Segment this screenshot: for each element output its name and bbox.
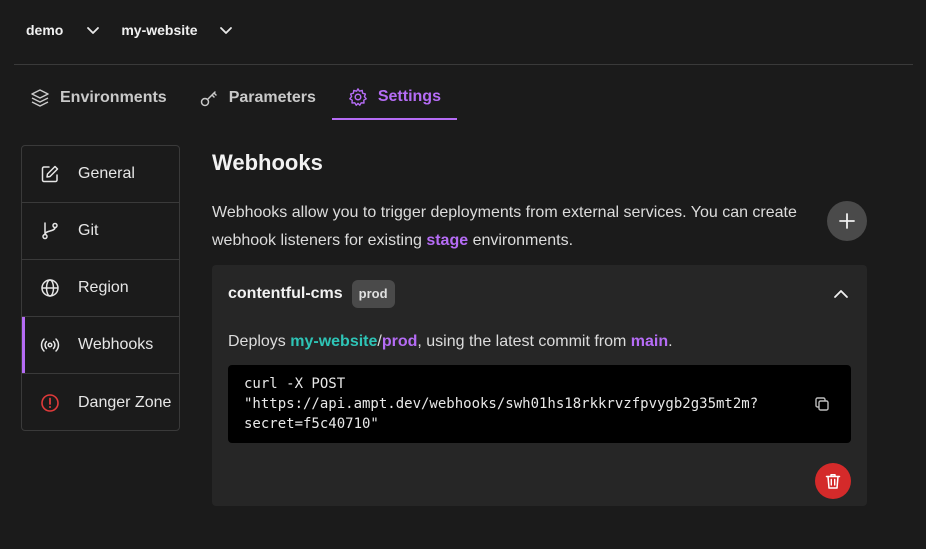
chevron-down-icon [218,22,234,38]
edit-icon [41,165,59,183]
sidebar-item-label: General [78,165,135,182]
code-line: secret=f5c40710" [244,416,379,432]
app-name: my-website [121,22,198,38]
webhook-name: contentful-cms [228,285,343,302]
code-line: "https://api.ampt.dev/webhooks/swh01hs18… [244,396,759,412]
add-webhook-button[interactable] [827,201,867,241]
chevron-down-icon [85,22,101,38]
branch-link[interactable]: main [631,333,668,350]
sidebar-item-git[interactable]: Git [22,203,179,260]
header-divider [14,64,913,65]
tab-label: Environments [60,89,167,106]
tab-parameters[interactable]: Parameters [183,76,332,120]
env-link[interactable]: prod [382,333,418,350]
app-switcher[interactable]: my-website [121,22,253,38]
deploy-description: Deploys my-website/prod, using the lates… [228,333,673,350]
env-badge: prod [351,280,395,308]
webhooks-description: Webhooks allow you to trigger deployment… [212,204,797,249]
settings-sidebar: General Git Region Webhooks Danger Zone [21,145,180,431]
gear-icon [348,88,367,106]
webhooks-panel: Webhooks Webhooks allow you to trigger d… [212,145,867,506]
tab-label: Settings [377,88,441,105]
delete-webhook-button[interactable] [815,463,851,499]
globe-icon [41,279,59,297]
stage-link[interactable]: stage [426,232,468,249]
sidebar-item-label: Region [78,279,129,296]
main-tabs: Environments Parameters Settings [14,76,457,120]
sidebar-item-label: Danger Zone [78,393,172,411]
alert-circle-icon [41,393,59,412]
sidebar-item-general[interactable]: General [22,146,179,203]
webhook-curl-snippet: curl -X POST "https://api.ampt.dev/webho… [228,365,851,443]
broadcast-icon [40,338,60,352]
chevron-up-icon[interactable] [831,284,851,304]
webhook-card: contentful-cms prod Deploys my-website/p… [212,265,867,506]
trash-icon [825,474,841,489]
sidebar-item-label: Webhooks [78,336,154,353]
webhook-card-header[interactable]: contentful-cms prod [228,279,851,309]
tab-environments[interactable]: Environments [14,76,183,120]
key-icon [200,91,217,107]
sidebar-item-region[interactable]: Region [22,260,179,317]
page-title: Webhooks [212,150,323,175]
copy-icon[interactable] [813,395,831,413]
code-line: curl -X POST [244,376,346,392]
org-name: demo [26,22,64,38]
org-switcher[interactable]: demo [26,22,121,38]
breadcrumb: demo my-website [26,18,254,42]
git-branch-icon [42,222,58,240]
layers-icon [31,89,49,107]
sidebar-item-label: Git [78,222,99,239]
app-link[interactable]: my-website [290,333,377,350]
sidebar-item-webhooks[interactable]: Webhooks [22,317,179,374]
plus-icon [839,213,855,229]
tab-label: Parameters [228,89,316,106]
sidebar-item-danger-zone[interactable]: Danger Zone [22,374,179,430]
tab-settings[interactable]: Settings [331,76,457,120]
